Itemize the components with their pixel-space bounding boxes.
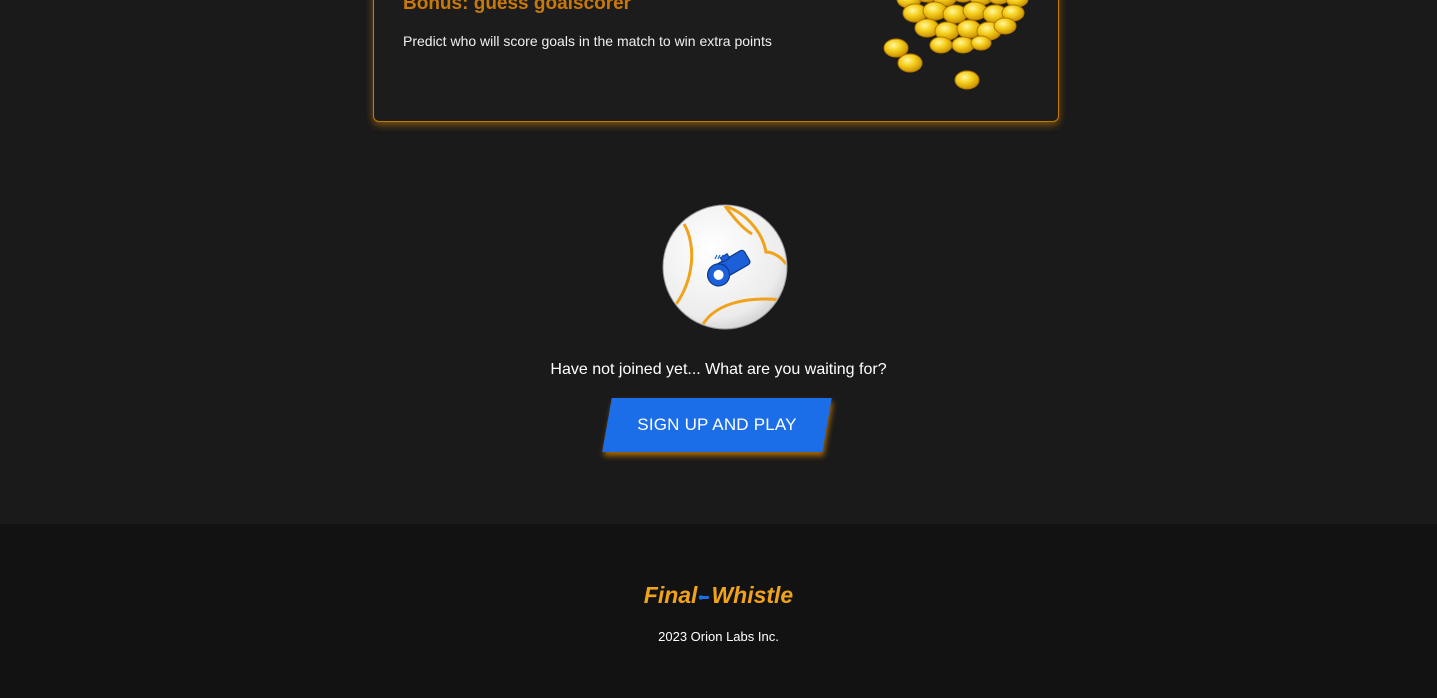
gold-coins-image — [883, 0, 1029, 90]
logo-text-final: Final — [643, 582, 698, 608]
sign-up-and-play-button[interactable]: SIGN UP AND PLAY — [602, 398, 832, 452]
page: Bonus: guess goalscorer Predict who will… — [0, 0, 1437, 698]
bonus-title: Bonus: guess goalscorer — [403, 0, 632, 14]
ball-whistle-icon — [662, 204, 788, 330]
sign-up-button-label: SIGN UP AND PLAY — [637, 415, 797, 434]
final-whistle-logo[interactable]: Final Whistle — [0, 582, 1437, 609]
logo-text-whistle: Whistle — [711, 582, 794, 608]
whistle-icon — [699, 595, 710, 600]
footer: Final Whistle 2023 Orion Labs Inc. — [0, 524, 1437, 698]
bonus-description: Predict who will score goals in the matc… — [403, 33, 772, 49]
bonus-card: Bonus: guess goalscorer Predict who will… — [373, 0, 1059, 122]
join-prompt: Have not joined yet... What are you wait… — [550, 361, 887, 378]
copyright-text: 2023 Orion Labs Inc. — [658, 629, 779, 644]
